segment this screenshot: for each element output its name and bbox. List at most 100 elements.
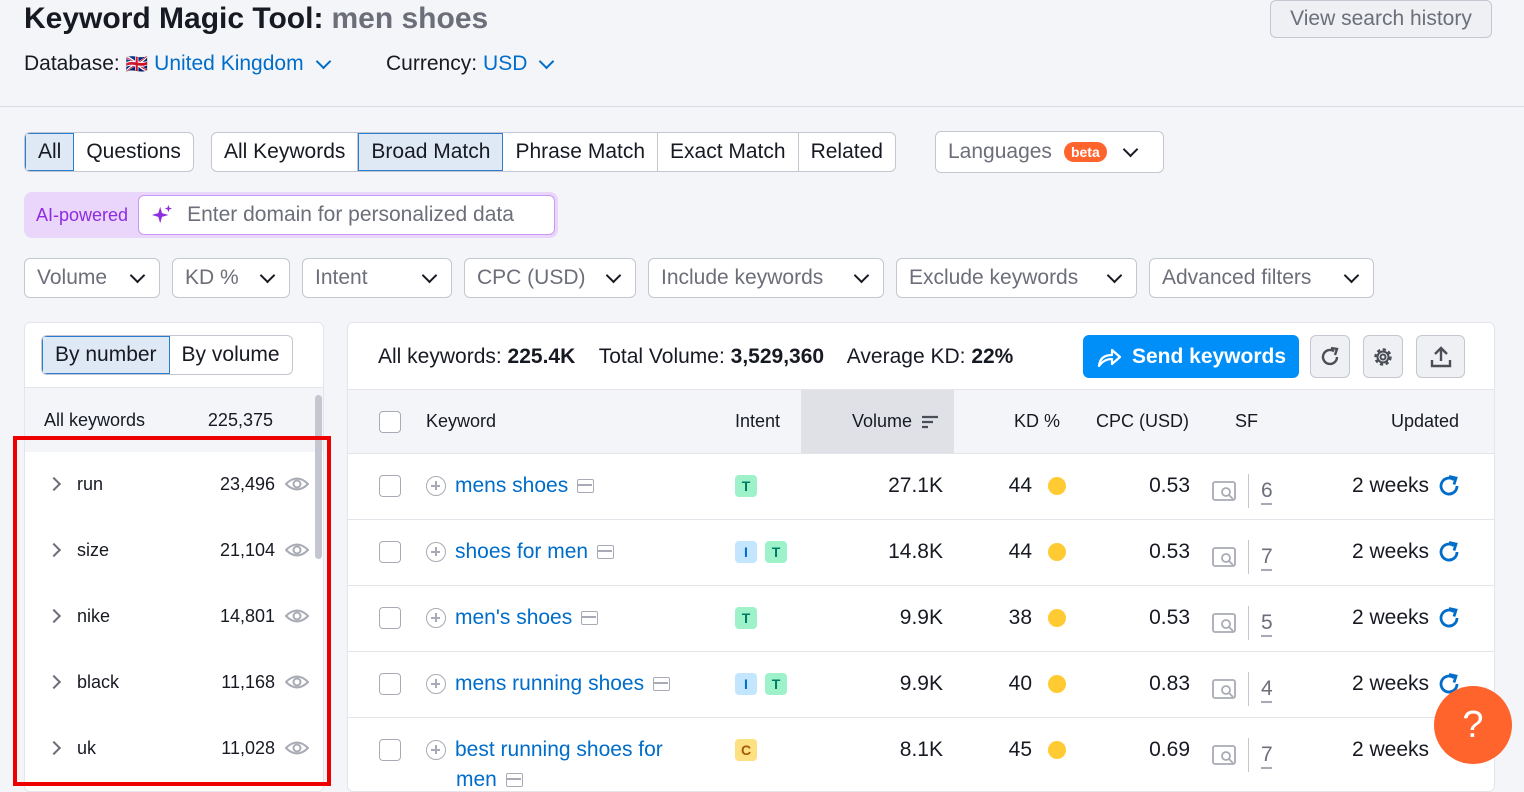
serp-icon[interactable]: [581, 611, 599, 625]
sparkle-icon: [151, 204, 173, 224]
row-checkbox[interactable]: [379, 739, 401, 761]
share-arrow-icon: [1097, 348, 1122, 367]
database-selector[interactable]: Database: 🇬🇧 United Kingdom: [24, 52, 333, 76]
advanced-filters[interactable]: Advanced filters: [1149, 258, 1374, 298]
intent-badge: I: [735, 541, 757, 563]
serp-icon[interactable]: [505, 773, 523, 787]
help-button[interactable]: ?: [1434, 686, 1512, 764]
kd-indicator: [1048, 543, 1066, 561]
tab-questions[interactable]: Questions: [74, 133, 193, 171]
sf-count[interactable]: 6: [1261, 479, 1273, 503]
refresh-icon[interactable]: [1437, 606, 1461, 630]
column-updated[interactable]: Updated: [1391, 390, 1459, 453]
kd-filter[interactable]: KD %: [172, 258, 290, 298]
serp-features-icon[interactable]: [1212, 745, 1236, 765]
volume-value: 8.1K: [899, 738, 943, 761]
currency-selector[interactable]: Currency: USD: [386, 52, 556, 76]
kd-value: 38: [1008, 606, 1032, 629]
tab-all-keywords[interactable]: All Keywords: [212, 133, 359, 171]
intent-filter[interactable]: Intent: [302, 258, 452, 298]
match-tabs: All Keywords Broad Match Phrase Match Ex…: [211, 132, 896, 172]
chevron-down-icon: [1106, 267, 1123, 283]
beta-badge: beta: [1063, 142, 1107, 162]
by-number-button[interactable]: By number: [42, 336, 170, 374]
updated-value: 2 weeks: [1352, 474, 1430, 497]
languages-dropdown[interactable]: Languages beta: [935, 131, 1164, 173]
sf-count[interactable]: 4: [1261, 677, 1273, 701]
table-header: Keyword Intent Volume KD % CPC (USD) SF …: [348, 389, 1494, 454]
table-row: mens running shoes IT 9.9K 40 0.83 4 2 w…: [348, 651, 1494, 718]
view-search-history-button[interactable]: View search history: [1270, 0, 1492, 38]
tab-related[interactable]: Related: [799, 133, 895, 171]
tab-phrase-match[interactable]: Phrase Match: [503, 133, 659, 171]
column-intent[interactable]: Intent: [735, 390, 780, 453]
sf-count[interactable]: 7: [1261, 743, 1273, 767]
sort-icon: [922, 415, 938, 428]
tab-broad-match[interactable]: Broad Match: [358, 133, 504, 171]
intent-badge: I: [735, 673, 757, 695]
sf-count[interactable]: 7: [1261, 545, 1273, 569]
serp-features-icon[interactable]: [1212, 547, 1236, 567]
include-keywords-filter[interactable]: Include keywords: [648, 258, 884, 298]
serp-features-icon[interactable]: [1212, 481, 1236, 501]
volume-value: 27.1K: [888, 474, 943, 497]
cpc-value: 0.53: [1149, 540, 1190, 563]
chevron-down-icon: [1122, 141, 1139, 157]
serp-features-icon[interactable]: [1212, 679, 1236, 699]
column-keyword[interactable]: Keyword: [426, 390, 496, 453]
serp-icon[interactable]: [577, 479, 595, 493]
intent-badge: C: [735, 739, 757, 761]
volume-filter[interactable]: Volume: [24, 258, 160, 298]
question-tabs: All Questions: [24, 132, 194, 172]
cpc-value: 0.69: [1149, 738, 1190, 761]
header-divider: [0, 106, 1524, 107]
add-to-list-icon[interactable]: [426, 476, 446, 496]
row-checkbox[interactable]: [379, 541, 401, 563]
row-checkbox[interactable]: [379, 475, 401, 497]
kd-value: 44: [1008, 474, 1032, 497]
sf-count[interactable]: 5: [1261, 611, 1273, 635]
serp-features-icon[interactable]: [1212, 613, 1236, 633]
keyword-link-continued[interactable]: men: [456, 768, 497, 791]
settings-button[interactable]: [1363, 335, 1403, 378]
row-checkbox[interactable]: [379, 607, 401, 629]
keyword-link[interactable]: best running shoes for: [455, 738, 663, 762]
domain-input[interactable]: Enter domain for personalized data: [138, 195, 555, 235]
chevron-down-icon: [421, 267, 438, 283]
add-to-list-icon[interactable]: [426, 740, 446, 760]
keyword-link[interactable]: mens shoes: [455, 474, 568, 498]
page-title: Keyword Magic Tool: men shoes: [24, 2, 489, 35]
add-to-list-icon[interactable]: [426, 608, 446, 628]
table-row: mens shoes T 27.1K 44 0.53 6 2 weeks: [348, 453, 1494, 520]
volume-value: 9.9K: [899, 672, 943, 695]
column-sf[interactable]: SF: [1235, 390, 1258, 453]
keyword-link[interactable]: shoes for men: [455, 540, 588, 564]
kd-indicator: [1048, 609, 1066, 627]
search-query: men shoes: [331, 2, 489, 35]
refresh-icon[interactable]: [1437, 540, 1461, 564]
keyword-link[interactable]: mens running shoes: [455, 672, 644, 696]
select-all-checkbox[interactable]: [379, 411, 401, 433]
column-cpc[interactable]: CPC (USD): [1096, 390, 1189, 453]
by-volume-button[interactable]: By volume: [170, 336, 292, 374]
refresh-icon[interactable]: [1437, 474, 1461, 498]
cpc-filter[interactable]: CPC (USD): [464, 258, 636, 298]
tab-exact-match[interactable]: Exact Match: [658, 133, 799, 171]
cpc-value: 0.53: [1149, 474, 1190, 497]
updated-value: 2 weeks: [1352, 672, 1430, 695]
keyword-link[interactable]: men's shoes: [455, 606, 572, 630]
add-to-list-icon[interactable]: [426, 674, 446, 694]
tab-all[interactable]: All: [25, 133, 75, 171]
chevron-down-icon: [853, 267, 870, 283]
send-keywords-button[interactable]: Send keywords: [1083, 335, 1299, 378]
serp-icon[interactable]: [597, 545, 615, 559]
exclude-keywords-filter[interactable]: Exclude keywords: [896, 258, 1137, 298]
add-to-list-icon[interactable]: [426, 542, 446, 562]
column-kd[interactable]: KD %: [1014, 390, 1060, 453]
table-row: best running shoes for men C 8.1K 45 0.6…: [348, 717, 1494, 791]
export-button[interactable]: [1416, 335, 1465, 378]
row-checkbox[interactable]: [379, 673, 401, 695]
serp-icon[interactable]: [653, 677, 671, 691]
refresh-button[interactable]: [1310, 335, 1350, 378]
column-volume[interactable]: Volume: [801, 390, 954, 453]
